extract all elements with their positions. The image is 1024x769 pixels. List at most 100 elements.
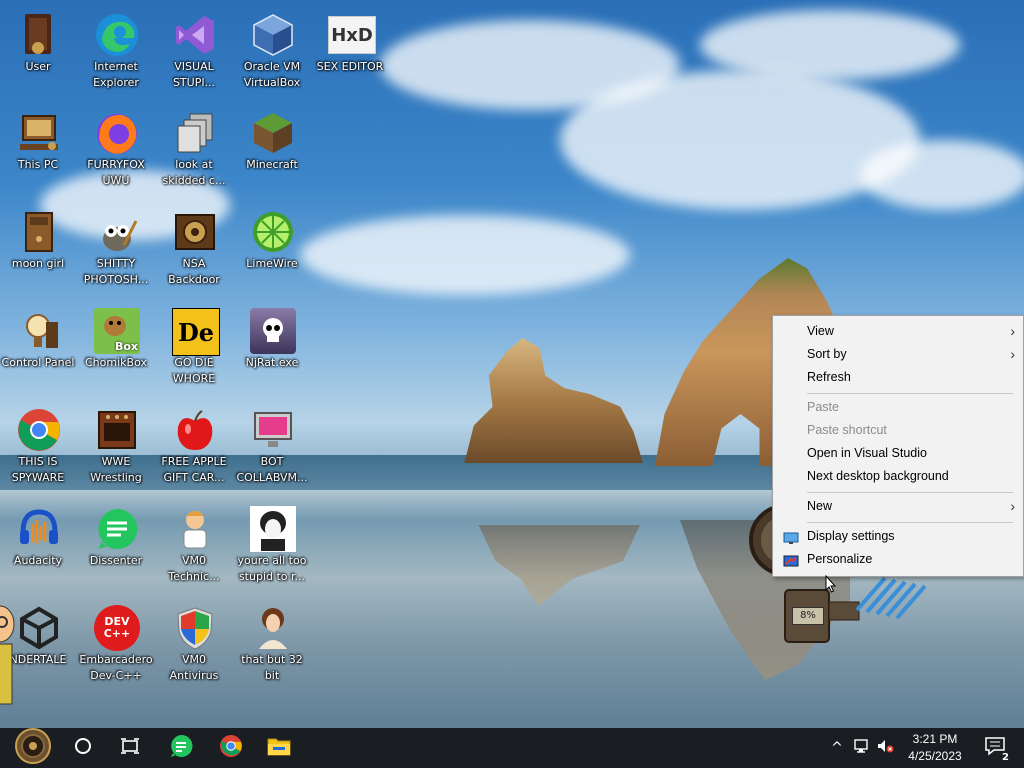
desktop-icon-label: VM0 Antivirus bbox=[169, 653, 219, 682]
chevron-right-icon: › bbox=[1010, 323, 1015, 339]
desktop-icon-label: Dissenter bbox=[89, 554, 143, 567]
desktop-icon-audacity[interactable]: Audacity bbox=[0, 500, 76, 592]
menu-item-label: Open in Visual Studio bbox=[807, 446, 927, 460]
desktop-icon-label: User bbox=[25, 60, 51, 73]
desktop-icon-label: GO DIE WHORE bbox=[172, 356, 216, 385]
technician-icon bbox=[172, 506, 218, 552]
oven-icon bbox=[94, 407, 140, 453]
menu-separator bbox=[807, 492, 1013, 493]
menu-item-label: View bbox=[807, 324, 834, 338]
devcpp-icon: DEV C++ bbox=[94, 605, 140, 651]
menu-item-next-desktop-background[interactable]: Next desktop background bbox=[773, 465, 1023, 488]
desktop-icon-control-panel[interactable]: Control Panel bbox=[0, 302, 76, 394]
clock-date: 4/25/2023 bbox=[908, 749, 962, 763]
menu-item-personalize[interactable]: Personalize bbox=[773, 548, 1023, 571]
cortana-button[interactable] bbox=[62, 728, 104, 768]
desktop-icon-moon-girl[interactable]: moon girl bbox=[0, 203, 76, 295]
notification-icon: 2 bbox=[984, 736, 1009, 763]
taskbar-file-explorer[interactable] bbox=[256, 728, 302, 768]
de-icon: De bbox=[172, 308, 220, 356]
desktop-icon-dissenter[interactable]: Dissenter bbox=[78, 500, 154, 592]
desktop-icon-label: SEX EDITOR bbox=[316, 60, 384, 73]
desktop-icon-njrat[interactable]: NjRat.exe bbox=[234, 302, 310, 394]
desktop-icon-label: FURRYFOX UWU bbox=[87, 158, 145, 187]
portrait-icon bbox=[250, 605, 296, 651]
clock-time: 3:21 PM bbox=[912, 732, 958, 746]
minecraft-icon bbox=[250, 110, 296, 156]
skull-icon bbox=[250, 308, 296, 354]
desktop-context-menu: View › Sort by › Refresh Paste Paste sho… bbox=[772, 315, 1024, 577]
taskbar-chrome[interactable] bbox=[208, 728, 254, 768]
desktop-icon-photoshop[interactable]: SHITTY PHOTOSH... bbox=[78, 203, 154, 295]
audacity-icon bbox=[16, 506, 62, 552]
chevron-right-icon: › bbox=[1010, 346, 1015, 362]
desktop-icon-sex-editor[interactable]: HxD SEX EDITOR bbox=[312, 6, 388, 98]
menu-item-open-in-visual-studio[interactable]: Open in Visual Studio bbox=[773, 442, 1023, 465]
desktop-icon-label: SHITTY PHOTOSH... bbox=[83, 257, 149, 286]
desktop-icon-vm0-technician[interactable]: VM0 Technic... bbox=[156, 500, 232, 592]
task-view-button[interactable] bbox=[108, 728, 152, 768]
menu-item-label: Personalize bbox=[807, 552, 873, 566]
desktop-icon-label: Embarcadero Dev-C++ bbox=[79, 653, 153, 682]
chrome-icon bbox=[219, 734, 243, 762]
desktop-icon-skidded[interactable]: look at skidded c... bbox=[156, 104, 232, 196]
desktop-icon-youre-all-too-stupid[interactable]: youre all too stupid to r... bbox=[234, 500, 310, 592]
desktop-icon-chomikbox[interactable]: Box ChomikBox bbox=[78, 302, 154, 394]
menu-separator bbox=[807, 522, 1013, 523]
desktop-icon-spyware[interactable]: THIS IS SPYWARE bbox=[0, 401, 76, 493]
desktop-icon-vm0-antivirus[interactable]: VM0 Antivirus bbox=[156, 599, 232, 691]
network-button[interactable] bbox=[850, 728, 874, 768]
network-icon bbox=[853, 738, 871, 758]
action-center-button[interactable]: 2 bbox=[980, 728, 1010, 768]
menu-item-sort-by[interactable]: Sort by › bbox=[773, 343, 1023, 366]
desktop-icon-visual-studio[interactable]: VISUAL STUPI... bbox=[156, 6, 232, 98]
desktop-icon-label: that but 32 bit bbox=[241, 653, 303, 682]
file-explorer-icon bbox=[267, 735, 291, 761]
desktop-icon-that-but-32-bit[interactable]: that but 32 bit bbox=[234, 599, 310, 691]
desktop-icon-label: FREE APPLE GIFT CAR... bbox=[161, 455, 227, 484]
desktop-icon-wwe[interactable]: WWE Wrestling bbox=[78, 401, 154, 493]
chevron-right-icon: › bbox=[1010, 498, 1015, 514]
desktop-icon-label: THIS IS SPYWARE bbox=[11, 455, 65, 484]
taskbar-clock[interactable]: 3:21 PM 4/25/2023 bbox=[893, 731, 977, 765]
menu-item-display-settings[interactable]: Display settings bbox=[773, 525, 1023, 548]
dissenter-icon bbox=[169, 734, 193, 762]
desktop-icon-label: Minecraft bbox=[246, 158, 298, 171]
menu-item-label: New bbox=[807, 499, 833, 513]
menu-item-paste-shortcut[interactable]: Paste shortcut bbox=[773, 419, 1023, 442]
chomikbox-icon: Box bbox=[94, 308, 140, 354]
sticker-character bbox=[0, 600, 16, 710]
desktop-icon-internet-explorer[interactable]: Internet Explorer bbox=[78, 6, 154, 98]
files-icon bbox=[172, 110, 218, 156]
desktop-icon-limewire[interactable]: LimeWire bbox=[234, 203, 310, 295]
user-folder-icon bbox=[16, 12, 62, 58]
desktop-icon-label: This PC bbox=[17, 158, 59, 171]
monitor-icon bbox=[250, 407, 296, 453]
desktop-icon-virtualbox[interactable]: Oracle VM VirtualBox bbox=[234, 6, 310, 98]
desktop-icon-label: BOT COLLABVM... bbox=[236, 455, 308, 484]
limewire-icon bbox=[250, 209, 296, 255]
desktop-icon-bot-collabvm[interactable]: BOT COLLABVM... bbox=[234, 401, 310, 493]
desktop-icon-this-pc[interactable]: This PC bbox=[0, 104, 76, 196]
menu-item-label: Next desktop background bbox=[807, 469, 949, 483]
desktop-icon-label: ChomikBox bbox=[85, 356, 147, 369]
menu-item-paste[interactable]: Paste bbox=[773, 396, 1023, 419]
start-button[interactable] bbox=[8, 728, 58, 768]
desktop-icon-label: moon girl bbox=[11, 257, 65, 270]
taskbar-dissenter[interactable] bbox=[158, 728, 204, 768]
chrome-icon bbox=[16, 407, 62, 453]
desktop-icon-minecraft[interactable]: Minecraft bbox=[234, 104, 310, 196]
personalize-icon bbox=[783, 553, 799, 576]
desktop-icon-user[interactable]: User bbox=[0, 6, 76, 98]
menu-item-new[interactable]: New › bbox=[773, 495, 1023, 518]
menu-item-refresh[interactable]: Refresh bbox=[773, 366, 1023, 389]
apple-icon bbox=[172, 407, 218, 453]
desktop-icon-free-apple[interactable]: FREE APPLE GIFT CAR... bbox=[156, 401, 232, 493]
desktop-icon-devcpp[interactable]: DEV C++ Embarcadero Dev-C++ bbox=[78, 599, 154, 691]
menu-item-view[interactable]: View › bbox=[773, 320, 1023, 343]
desktop-icon-label: Control Panel bbox=[1, 356, 75, 369]
desktop-icon-nsa-backdoor[interactable]: NSA Backdoor bbox=[156, 203, 232, 295]
tray-overflow-button[interactable]: ^ bbox=[826, 728, 848, 768]
desktop-icon-go-die[interactable]: De GO DIE WHORE bbox=[156, 302, 232, 394]
desktop-icon-furryfox[interactable]: FURRYFOX UWU bbox=[78, 104, 154, 196]
